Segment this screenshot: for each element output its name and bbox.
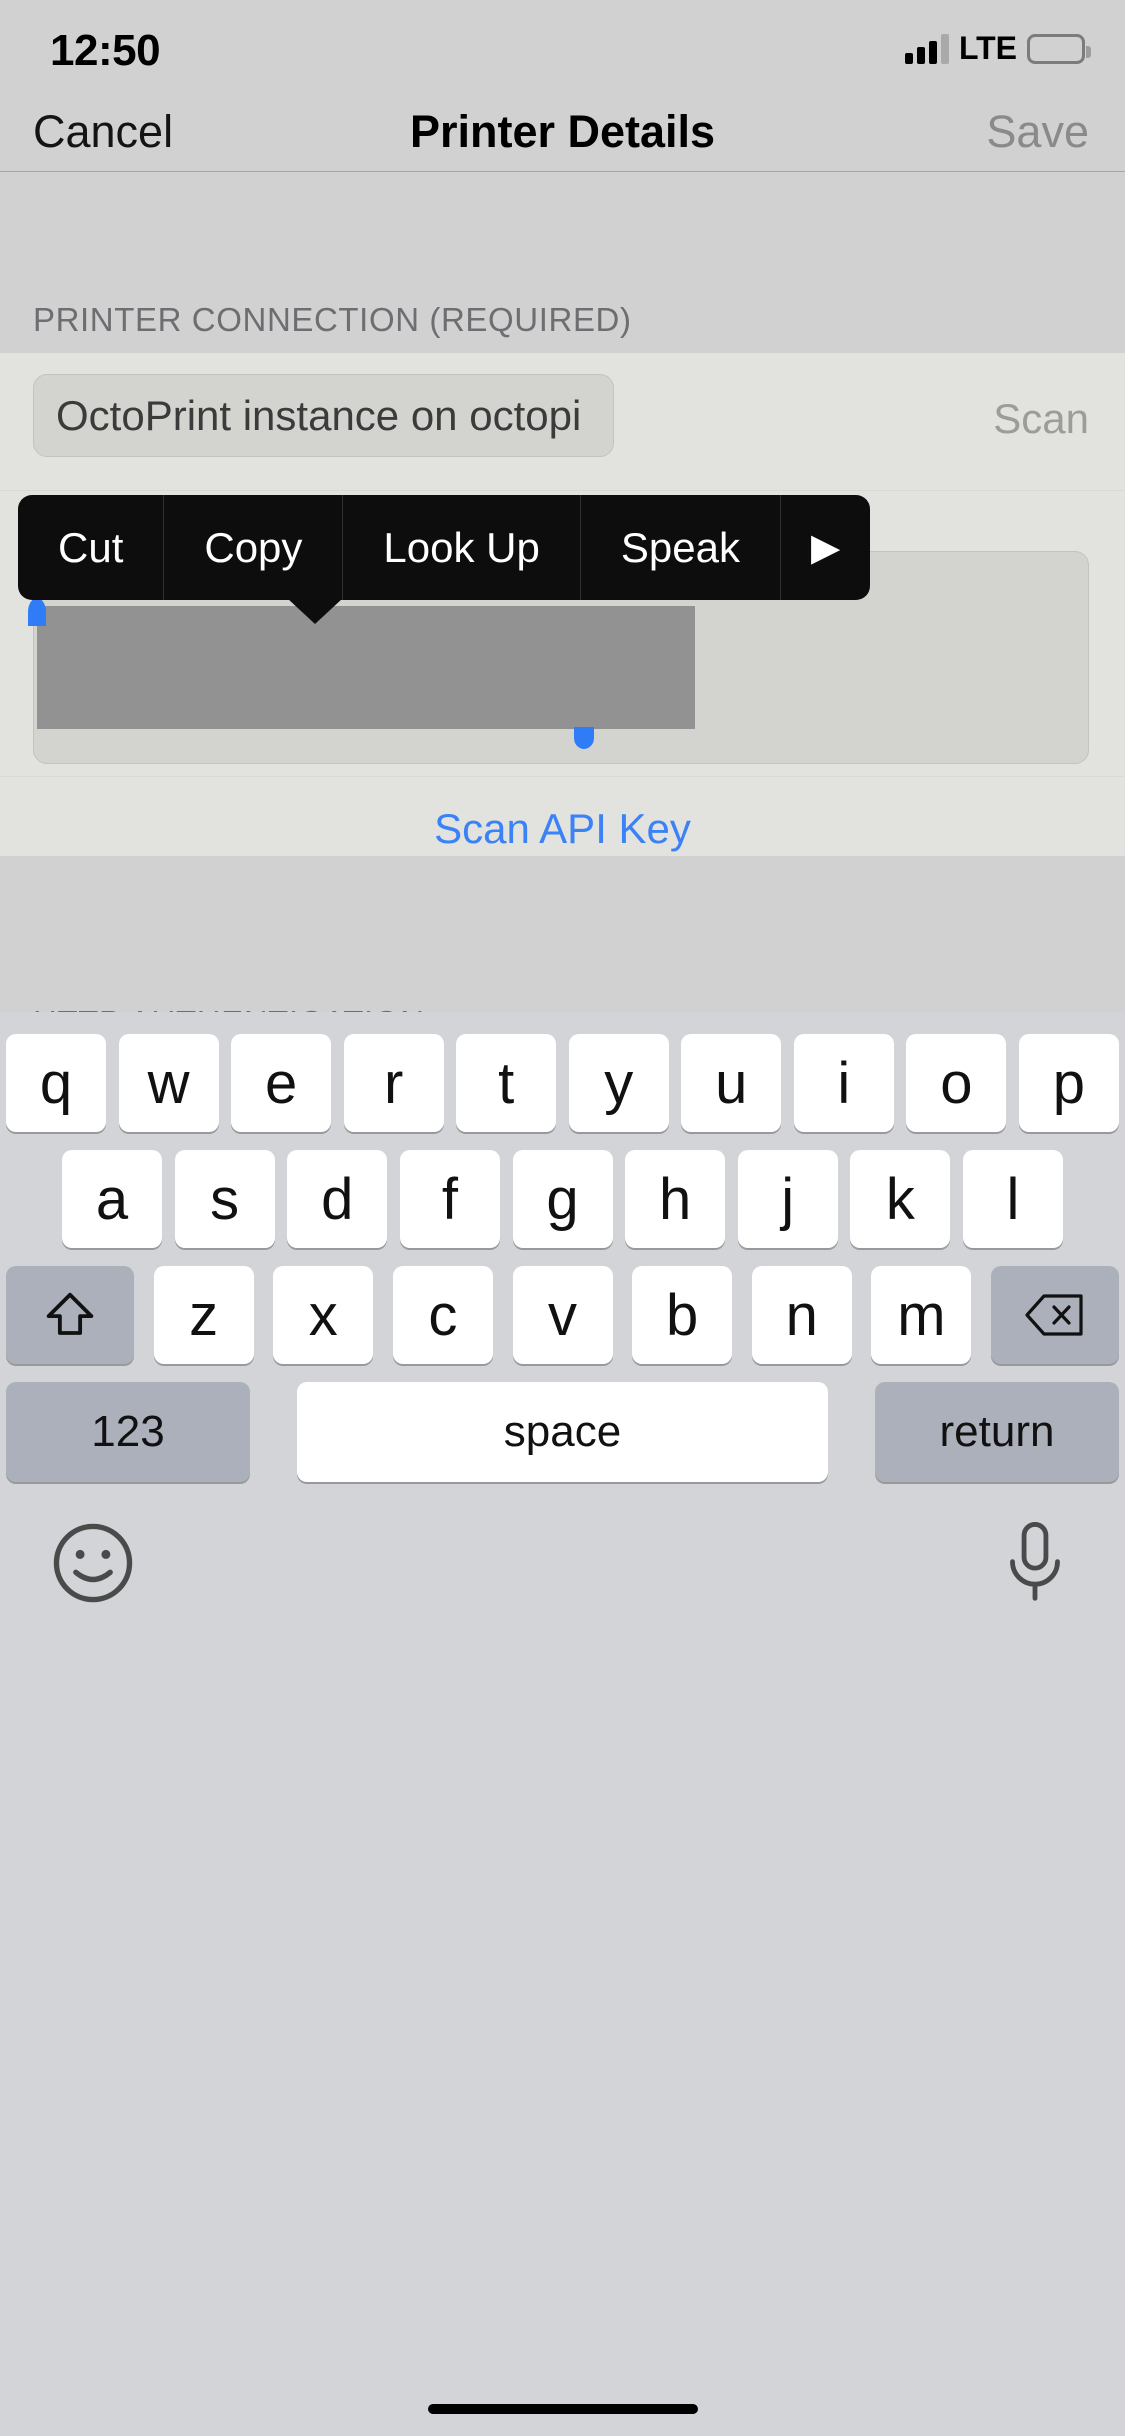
key-n[interactable]: n — [751, 1266, 852, 1364]
status-bar: 12:50 LTE — [0, 0, 1125, 90]
key-p[interactable]: p — [1018, 1034, 1119, 1132]
key-e[interactable]: e — [231, 1034, 332, 1132]
keyboard-row-4: 123 space return — [0, 1382, 1125, 1482]
key-f[interactable]: f — [399, 1150, 500, 1248]
edit-menu-item-copy[interactable]: Copy — [164, 495, 344, 600]
software-keyboard: q w e r t y u i o p a s d f g h j k l z … — [0, 1012, 1125, 2436]
status-bar-time: 12:50 — [50, 26, 161, 75]
edit-menu-item-look-up[interactable]: Look Up — [343, 495, 581, 600]
row-divider — [0, 776, 1125, 777]
save-button[interactable]: Save — [986, 106, 1089, 158]
key-y[interactable]: y — [568, 1034, 669, 1132]
status-bar-indicators: LTE — [904, 30, 1091, 67]
scan-button[interactable]: Scan — [993, 395, 1089, 443]
home-indicator — [427, 2404, 698, 2414]
signal-bars-icon — [904, 33, 949, 64]
key-r[interactable]: r — [343, 1034, 444, 1132]
text-selection-highlight — [37, 606, 695, 729]
key-o[interactable]: o — [906, 1034, 1007, 1132]
key-k[interactable]: k — [850, 1150, 951, 1248]
key-s[interactable]: s — [174, 1150, 275, 1248]
key-u[interactable]: u — [681, 1034, 782, 1132]
key-v[interactable]: v — [512, 1266, 613, 1364]
key-l[interactable]: l — [963, 1150, 1063, 1248]
section-header-printer-connection: PRINTER CONNECTION (REQUIRED) — [0, 173, 1125, 353]
chevron-right-icon: ▶ — [810, 527, 841, 569]
backspace-key[interactable] — [991, 1266, 1119, 1364]
scan-api-key-button[interactable]: Scan API Key — [0, 805, 1125, 853]
key-g[interactable]: g — [512, 1150, 613, 1248]
key-q[interactable]: q — [6, 1034, 106, 1132]
row-divider — [0, 490, 1125, 491]
iphone-screen: 12:50 LTE Cancel Printer Details Save PR… — [0, 0, 1125, 2436]
key-j[interactable]: j — [737, 1150, 838, 1248]
keyboard-row-3: z x c v b n m — [0, 1266, 1125, 1364]
edit-menu-item-cut[interactable]: Cut — [18, 495, 165, 600]
section-header-printer-connection-label: PRINTER CONNECTION (REQUIRED) — [33, 301, 632, 338]
microphone-icon[interactable] — [995, 1518, 1075, 1613]
keyboard-row-2: a s d f g h j k l — [0, 1150, 1125, 1248]
key-b[interactable]: b — [632, 1266, 733, 1364]
page-title: Printer Details — [409, 106, 716, 157]
key-m[interactable]: m — [871, 1266, 972, 1364]
edit-menu-item-speak[interactable]: Speak — [581, 495, 781, 600]
return-key[interactable]: return — [875, 1382, 1119, 1482]
selection-handle-end[interactable] — [574, 727, 594, 749]
key-c[interactable]: c — [392, 1266, 493, 1364]
shift-up-arrow-icon — [46, 1292, 94, 1335]
key-t[interactable]: t — [456, 1034, 557, 1132]
navigation-bar: Cancel Printer Details Save — [0, 90, 1125, 172]
key-x[interactable]: x — [273, 1266, 374, 1364]
key-a[interactable]: a — [62, 1150, 162, 1248]
keyboard-bottom-row — [0, 1512, 1125, 1632]
key-z[interactable]: z — [153, 1266, 254, 1364]
battery-low-icon — [1027, 33, 1091, 64]
text-edit-menu: Cut Copy Look Up Speak ▶ — [18, 495, 871, 600]
network-type-label: LTE — [958, 30, 1017, 66]
edit-menu-more-button[interactable]: ▶ — [781, 495, 870, 600]
selection-handle-start[interactable] — [28, 598, 46, 626]
shift-key[interactable] — [6, 1266, 134, 1364]
keyboard-row-1: q w e r t y u i o p — [0, 1034, 1125, 1132]
backspace-delete-icon — [1025, 1294, 1083, 1336]
key-w[interactable]: w — [118, 1034, 219, 1132]
edit-menu-pointer — [287, 598, 343, 624]
key-i[interactable]: i — [793, 1034, 894, 1132]
space-key[interactable]: space — [297, 1382, 828, 1482]
key-h[interactable]: h — [625, 1150, 726, 1248]
numbers-key[interactable]: 123 — [6, 1382, 250, 1482]
emoji-smiley-icon[interactable] — [50, 1520, 136, 1611]
printer-name-input[interactable]: OctoPrint instance on octopi — [33, 374, 614, 457]
key-d[interactable]: d — [287, 1150, 388, 1248]
